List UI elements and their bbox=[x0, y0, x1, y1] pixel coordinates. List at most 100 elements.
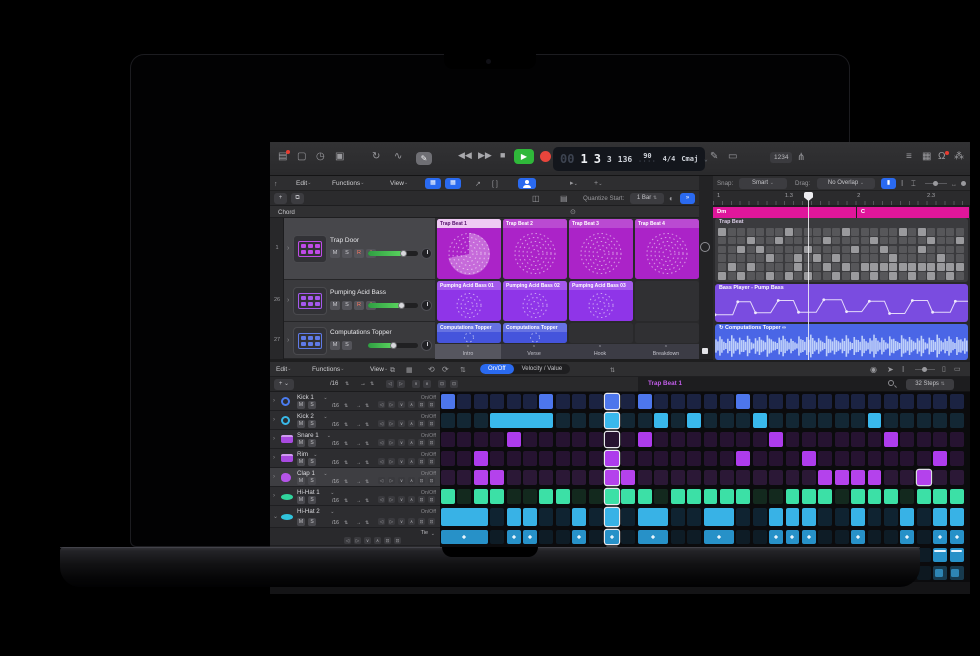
step-rate-value[interactable]: /16 bbox=[330, 381, 338, 387]
seq-row-header[interactable]: ›Snare 1 ⌄On/OffMS/16⇅→⇅◁▷∨∧⊡⊡ bbox=[270, 430, 440, 449]
zoom-pattern-icon[interactable] bbox=[888, 380, 894, 386]
step-cell[interactable] bbox=[802, 394, 816, 409]
step-cell[interactable] bbox=[933, 394, 947, 409]
octave-down-icon[interactable]: ∨ bbox=[412, 380, 420, 388]
subrow-cell[interactable] bbox=[950, 530, 964, 544]
step-cell[interactable] bbox=[638, 489, 652, 504]
record-icon[interactable] bbox=[540, 151, 551, 162]
step-cell[interactable] bbox=[474, 432, 488, 447]
row-rate-stepper-icon[interactable]: ⇅ bbox=[344, 520, 348, 526]
subrow-cell[interactable] bbox=[900, 530, 914, 544]
step-cell[interactable] bbox=[556, 413, 570, 428]
display-small-icon[interactable]: ▭ bbox=[728, 152, 737, 162]
zoom-slider-h-knob[interactable] bbox=[933, 181, 938, 186]
menu-view[interactable]: View ⌄ bbox=[390, 180, 404, 187]
row-clear-icon[interactable]: ⊡ bbox=[418, 420, 425, 427]
step-cell[interactable] bbox=[539, 451, 553, 466]
cell-edit-icon[interactable]: ◫ bbox=[532, 194, 540, 204]
step-cell[interactable] bbox=[474, 451, 488, 466]
cell-overview-icon[interactable]: ▤ bbox=[560, 194, 568, 204]
scene-trigger[interactable]: ⌃Hook bbox=[567, 344, 633, 359]
step-cell[interactable] bbox=[539, 470, 553, 485]
row-random-icon[interactable]: ⊡ bbox=[428, 439, 435, 446]
step-cell[interactable] bbox=[736, 394, 750, 409]
row-down-icon[interactable]: ∨ bbox=[398, 458, 405, 465]
step-cell[interactable] bbox=[441, 413, 455, 428]
cycle-icon[interactable]: ↻ bbox=[372, 152, 380, 162]
step-cell[interactable] bbox=[736, 413, 750, 428]
step-cell[interactable] bbox=[589, 413, 603, 428]
step-cell[interactable] bbox=[704, 470, 718, 485]
row-down-icon[interactable]: ∨ bbox=[398, 518, 405, 525]
playback-direction-icon[interactable]: → bbox=[360, 381, 366, 387]
step-cell[interactable] bbox=[868, 451, 882, 466]
step-cell[interactable] bbox=[621, 413, 635, 428]
tuner-icon[interactable]: ⋔ bbox=[797, 153, 805, 163]
rate-stepper-icon[interactable]: ⇅ bbox=[345, 381, 349, 387]
step-cell[interactable] bbox=[753, 394, 767, 409]
step-cell[interactable] bbox=[802, 451, 816, 466]
step-cell[interactable] bbox=[818, 470, 832, 485]
step-cell[interactable] bbox=[786, 489, 800, 504]
step-cell[interactable] bbox=[786, 470, 800, 485]
step-cell[interactable] bbox=[704, 489, 718, 504]
step-cell[interactable] bbox=[720, 470, 734, 485]
step-cell[interactable] bbox=[490, 489, 504, 504]
step-cell[interactable] bbox=[490, 451, 504, 466]
secondary-tool-button[interactable]: + ⌄ bbox=[594, 179, 598, 189]
step-cell[interactable] bbox=[572, 470, 586, 485]
step-cell[interactable] bbox=[835, 451, 849, 466]
step-cell[interactable] bbox=[621, 451, 635, 466]
row-solo-button[interactable]: S bbox=[308, 496, 316, 504]
row-shift-right-icon[interactable]: ▷ bbox=[388, 458, 395, 465]
direction-stepper-icon[interactable]: ⇅ bbox=[370, 381, 374, 387]
disclosure-icon[interactable]: › bbox=[287, 245, 289, 252]
queue-mode-icon[interactable]: » bbox=[680, 193, 695, 204]
loop-cell[interactable]: Pumping Acid Bass 03 bbox=[569, 281, 633, 321]
step-cell[interactable] bbox=[441, 470, 455, 485]
step-cell[interactable] bbox=[933, 470, 947, 485]
row-direction-stepper-icon[interactable]: ⇅ bbox=[365, 520, 369, 526]
step-cell[interactable] bbox=[917, 508, 931, 526]
count-in-icon[interactable]: ▣ bbox=[335, 152, 344, 162]
step-cell[interactable] bbox=[818, 508, 832, 526]
subrow-cell[interactable] bbox=[933, 566, 947, 580]
chord-region[interactable]: Dm bbox=[713, 207, 856, 218]
pan-knob[interactable] bbox=[421, 300, 432, 311]
step-cell[interactable] bbox=[736, 470, 750, 485]
step-cell[interactable] bbox=[753, 489, 767, 504]
row-clear-icon[interactable]: ⊡ bbox=[418, 458, 425, 465]
row-direction-stepper-icon[interactable]: ⇅ bbox=[365, 403, 369, 409]
pointer-tool-button[interactable]: ▸ ⌄ bbox=[570, 179, 574, 189]
step-cell[interactable] bbox=[474, 394, 488, 409]
track-s-button[interactable]: S bbox=[342, 341, 352, 350]
stop-icon[interactable]: ■ bbox=[500, 150, 505, 160]
row-rate-value[interactable]: /16 bbox=[332, 498, 339, 504]
subrow-cell[interactable] bbox=[589, 530, 603, 544]
row-mute-button[interactable]: M bbox=[297, 496, 305, 504]
pan-knob[interactable] bbox=[421, 248, 432, 259]
step-cell[interactable] bbox=[851, 508, 865, 526]
pattern-length-select[interactable]: 32 Steps ⇅ bbox=[906, 379, 954, 390]
metronome-icon[interactable]: ◷ bbox=[316, 152, 325, 162]
chord-region[interactable]: C bbox=[857, 207, 969, 218]
step-cell[interactable] bbox=[457, 432, 471, 447]
row-shift-left-icon[interactable]: ◁ bbox=[378, 458, 385, 465]
step-cell[interactable] bbox=[556, 451, 570, 466]
step-cell[interactable] bbox=[556, 432, 570, 447]
row-down-icon[interactable]: ∨ bbox=[398, 439, 405, 446]
row-rate-value[interactable]: /16 bbox=[332, 520, 339, 526]
subrow-name[interactable]: Tie bbox=[421, 530, 428, 536]
seq-row-header[interactable]: ›Hi-Hat 1 ⌄On/OffMS/16⇅→⇅◁▷∨∧⊡⊡ bbox=[270, 487, 440, 506]
step-cell[interactable] bbox=[687, 451, 701, 466]
grid-icon[interactable]: ▦ bbox=[922, 152, 931, 162]
step-cell[interactable] bbox=[851, 394, 865, 409]
step-cell[interactable] bbox=[523, 394, 537, 409]
row-up-icon[interactable]: ∧ bbox=[408, 458, 415, 465]
step-cell[interactable] bbox=[490, 508, 504, 526]
disclosure-icon[interactable]: › bbox=[287, 297, 289, 304]
step-cell[interactable] bbox=[917, 432, 931, 447]
subrow-cell[interactable] bbox=[950, 566, 964, 580]
row-mute-button[interactable]: M bbox=[297, 401, 305, 409]
seq-row-header[interactable]: ›Kick 2 ⌄On/OffMS/16⇅→⇅◁▷∨∧⊡⊡ bbox=[270, 411, 440, 430]
